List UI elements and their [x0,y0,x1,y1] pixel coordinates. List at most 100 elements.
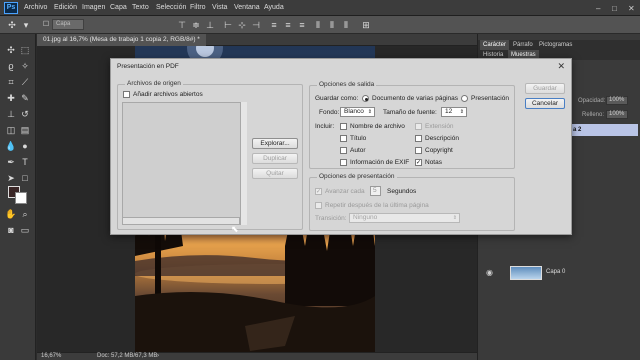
eraser-tool-icon[interactable]: ◫ [5,124,17,136]
tab-pictogramas[interactable]: Pictogramas [536,40,575,50]
presentation-radio[interactable] [461,95,468,102]
rectangle-tool-icon[interactable]: □ [19,172,31,184]
crop-tool-icon[interactable]: ⌗ [5,76,17,88]
brush-tool-icon[interactable]: ✎ [19,92,31,104]
magic-wand-icon[interactable]: ✧ [19,60,31,72]
description-checkbox[interactable] [415,135,422,142]
tab-parrafo[interactable]: Párrafo [510,40,536,50]
advance-seconds-field[interactable]: 5 [370,186,381,196]
close-icon[interactable]: ✕ [628,4,635,13]
align-left-icon[interactable]: ⊢ [222,19,234,31]
menu-archivo[interactable]: Archivo [24,4,47,11]
dodge-tool-icon[interactable]: ● [19,140,31,152]
add-open-files-label: Añadir archivos abiertos [133,91,203,98]
distribute-left-icon[interactable]: ⦀ [312,19,324,31]
minimize-icon[interactable]: – [596,4,600,13]
auto-align-icon[interactable]: ⊞ [360,19,372,31]
pdf-presentation-dialog: Presentación en PDF ✕ Archivos de origen… [110,58,572,235]
remove-button[interactable]: Quitar [252,168,298,179]
font-size-select[interactable]: 12 ⇕ [441,107,467,117]
zoom-level[interactable]: 16,67% [41,353,61,359]
healing-brush-icon[interactable]: ✚ [5,92,17,104]
distribute-right-icon[interactable]: ⦀ [340,19,352,31]
loop-checkbox[interactable] [315,202,322,209]
auto-select-dropdown[interactable]: Capa [52,19,84,30]
gradient-tool-icon[interactable]: ▤ [19,124,31,136]
advance-every-label: Avanzar cada [325,188,365,195]
distribute-top-icon[interactable]: ≡ [268,19,280,31]
dialog-close-icon[interactable]: ✕ [557,61,565,72]
layer-name[interactable]: Capa 0 [546,269,565,275]
background-value: Blanco [344,108,364,115]
add-open-files-checkbox[interactable] [123,91,130,98]
copyright-checkbox[interactable] [415,147,422,154]
menu-edicion[interactable]: Edición [54,4,77,11]
menu-capa[interactable]: Capa [110,4,127,11]
background-select[interactable]: Blanco ⇕ [340,107,375,117]
distribute-bottom-icon[interactable]: ≡ [296,19,308,31]
fill-field[interactable]: 100% [606,110,628,119]
status-bar: 16,67% Doc: 57,2 MB/67,3 MB › [37,352,477,360]
align-center-icon[interactable]: ⊹ [236,19,248,31]
tab-caracter[interactable]: Carácter [480,40,510,50]
presentation-label: Presentación [471,95,509,102]
quick-mask-icon[interactable]: ◙ [5,224,17,236]
hand-tool-icon[interactable]: ✋ [5,208,17,220]
menu-texto[interactable]: Texto [132,4,149,11]
menu-seleccion[interactable]: Selección [156,4,186,11]
author-checkbox[interactable] [340,147,347,154]
cancel-button[interactable]: Cancelar [525,98,565,109]
type-tool-icon[interactable]: T [19,156,31,168]
align-bottom-icon[interactable]: ⊥ [204,19,216,31]
save-button[interactable]: Guardar [525,83,565,94]
auto-select-checkbox[interactable]: ☐ [40,19,52,31]
clone-stamp-icon[interactable]: ⊥ [5,108,17,120]
move-tool-icon[interactable]: ✣ [6,19,18,31]
align-middle-icon[interactable]: ≑ [190,19,202,31]
eye-icon[interactable]: ◉ [486,268,493,277]
menu-vista[interactable]: Vista [212,4,227,11]
document-tab-title: 01.jpg al 16,7% (Mesa de trabajo 1 copia… [43,36,200,43]
eyedropper-icon[interactable]: ⟋ [19,76,31,88]
lasso-tool-icon[interactable]: ϱ [5,60,17,72]
zoom-tool-icon[interactable]: ⌕ [19,208,31,220]
browse-button[interactable]: Explorar... [252,138,298,149]
path-selection-icon[interactable]: ➤ [5,172,17,184]
exif-checkbox[interactable] [340,159,347,166]
multi-page-radio[interactable] [362,95,369,102]
title-checkbox[interactable] [340,135,347,142]
menu-ayuda[interactable]: Ayuda [264,4,284,11]
distribute-center-icon[interactable]: ⦀ [326,19,338,31]
extension-checkbox[interactable] [415,123,422,130]
duplicate-button[interactable]: Duplicar [252,153,298,164]
blur-tool-icon[interactable]: 💧 [5,140,17,152]
menu-imagen[interactable]: Imagen [82,4,105,11]
distribute-middle-icon[interactable]: ≡ [282,19,294,31]
maximize-icon[interactable]: □ [612,4,617,13]
filename-checkbox[interactable] [340,123,347,130]
notes-checkbox[interactable]: ✓ [415,159,422,166]
chevron-down-icon: ⇕ [452,215,457,221]
artboard-tool-icon[interactable]: ⬚ [19,44,31,56]
checkmark-icon: ✓ [316,189,322,195]
history-brush-icon[interactable]: ↺ [19,108,31,120]
filename-label: Nombre de archivo [350,123,405,130]
menu-ventana[interactable]: Ventana [234,4,260,11]
opacity-field[interactable]: 100% [606,96,628,105]
move-tool-icon[interactable]: ✣ [5,44,17,56]
background-color-swatch[interactable] [15,192,27,204]
align-top-icon[interactable]: ⊤ [176,19,188,31]
output-options-title: Opciones de salida [317,81,377,88]
menu-filtro[interactable]: Filtro [190,4,206,11]
align-right-icon[interactable]: ⊣ [250,19,262,31]
transition-select[interactable]: Ninguno ⇕ [349,213,460,223]
pen-tool-icon[interactable]: ✒ [5,156,17,168]
advance-every-checkbox[interactable]: ✓ [315,188,322,195]
source-file-list[interactable] [122,102,247,225]
file-list-vertical-scrollbar[interactable] [240,102,247,225]
chevron-down-icon[interactable]: ▾ [20,19,32,31]
status-arrow-icon[interactable]: › [157,353,159,359]
document-tab[interactable]: 01.jpg al 16,7% (Mesa de trabajo 1 copia… [37,34,206,46]
file-list-horizontal-scrollbar[interactable] [122,217,240,225]
screen-mode-icon[interactable]: ▭ [19,224,31,236]
